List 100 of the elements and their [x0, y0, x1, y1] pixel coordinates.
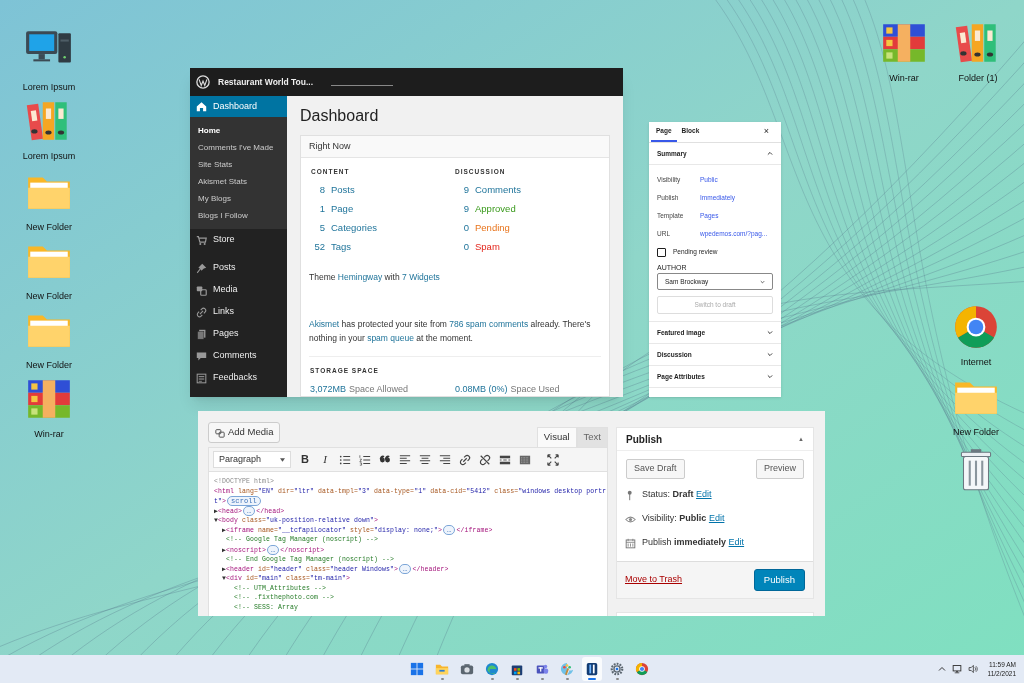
add-media-button[interactable]: Add Media: [208, 422, 281, 443]
submenu-item[interactable]: Akismet Stats: [190, 173, 287, 190]
box-title: Publish: [626, 432, 663, 447]
stat-count[interactable]: 9: [455, 183, 469, 198]
icon-label: Lorem Ipsum: [22, 150, 76, 163]
browser-icon: [485, 662, 499, 676]
stat-link[interactable]: Approved: [475, 202, 516, 217]
icon-label: New Folder: [953, 426, 999, 439]
menu-item[interactable]: Comments: [190, 345, 287, 367]
stat-link[interactable]: Tags: [331, 240, 352, 255]
theme-summary: Theme Hemingway with 7 Widgets: [308, 271, 441, 284]
menu-item[interactable]: Store: [190, 229, 287, 251]
akismet-notice: Akismet has protected your site from 786 spam comments already. There's nothing in your spam queue at the moment.: [308, 317, 592, 345]
stat-count[interactable]: 0: [455, 240, 469, 255]
app-icon: [585, 662, 599, 676]
publish-setting: Visibility: Public Edit: [642, 512, 725, 526]
storage-amount[interactable]: 0.08MB (0%): [455, 382, 508, 396]
site-title[interactable]: Restaurant World Tou...: [218, 75, 314, 89]
preview-button[interactable]: Preview: [756, 459, 804, 479]
menu-item[interactable]: Dashboard: [190, 96, 287, 117]
link-icon: [196, 306, 207, 318]
stat-link[interactable]: Page: [331, 202, 354, 217]
submenu-item[interactable]: My Blogs: [190, 190, 287, 207]
text-link[interactable]: spam queue: [367, 332, 414, 343]
storage-label: Space Used: [510, 382, 560, 396]
menu-item[interactable]: Pages: [190, 323, 287, 345]
editor-tab[interactable]: Visual: [536, 427, 577, 447]
text-link[interactable]: Akismet: [309, 318, 340, 329]
align-center-icon[interactable]: [419, 453, 431, 466]
link-icon[interactable]: [459, 453, 471, 466]
panel-title: Right Now: [301, 136, 609, 158]
italic-button[interactable]: I: [319, 451, 331, 468]
settings-icon: [610, 662, 624, 676]
icon-label: Lorem Ipsum: [22, 81, 76, 94]
bold-button[interactable]: B: [299, 451, 311, 468]
submenu-item[interactable]: Blogs I Follow: [190, 207, 287, 224]
menu-item[interactable]: Media: [190, 279, 287, 301]
menu-item[interactable]: Feedbacks: [190, 367, 287, 389]
storage-label: Space Allowed: [349, 382, 409, 396]
save-draft-button[interactable]: Save Draft: [626, 459, 685, 479]
publish-button[interactable]: Publish: [753, 569, 805, 591]
stat-count[interactable]: 5: [311, 221, 325, 236]
taskbar-button[interactable]: [582, 657, 602, 681]
feedback-icon: [196, 372, 207, 384]
bullets-icon[interactable]: [339, 453, 351, 466]
text-link[interactable]: 7 Widgets: [402, 272, 440, 282]
submenu-item[interactable]: Site Stats: [190, 156, 287, 173]
pages-icon: [196, 328, 207, 340]
stat-count[interactable]: 8: [311, 183, 325, 198]
icon-label: Win-rar: [889, 72, 919, 85]
icon-label: Folder (1): [958, 72, 998, 85]
chat-app-icon: [535, 662, 549, 676]
stat-link[interactable]: Posts: [331, 183, 355, 198]
icon-label: New Folder: [26, 290, 72, 303]
keyboard-icon[interactable]: [519, 453, 531, 466]
format-select[interactable]: Paragraph: [213, 451, 291, 468]
icon-label: Internet: [960, 356, 992, 369]
checkbox[interactable]: [657, 247, 666, 257]
menu-item[interactable]: Posts: [190, 257, 287, 279]
publish-setting: Publish immediately Edit: [642, 536, 745, 550]
submenu-item[interactable]: Home: [190, 122, 287, 139]
text-link[interactable]: Hemingway: [337, 272, 383, 282]
numbers-icon[interactable]: [359, 453, 371, 466]
stat-link[interactable]: Comments: [475, 183, 521, 198]
stat-link[interactable]: Categories: [331, 221, 377, 236]
chevron-up-icon[interactable]: [937, 666, 946, 672]
stat-count[interactable]: 0: [455, 221, 469, 236]
align-right-icon[interactable]: [439, 453, 451, 466]
volume-icon[interactable]: [967, 664, 978, 674]
calendar-icon: [625, 537, 636, 549]
bubble-icon: [196, 350, 207, 362]
align-left-icon[interactable]: [399, 453, 411, 466]
more-icon[interactable]: [499, 453, 511, 466]
text-link[interactable]: 786 spam comments: [449, 318, 529, 329]
submenu-item[interactable]: Comments I've Made: [190, 139, 287, 156]
icon-label: New Folder: [26, 221, 72, 234]
chevron-icon: [760, 279, 765, 284]
storage-amount[interactable]: 3,072MB: [310, 382, 347, 396]
stat-count[interactable]: 1: [311, 202, 325, 217]
folder-icon: [435, 662, 449, 676]
pin-icon: [196, 262, 207, 274]
edit-link[interactable]: Edit: [696, 489, 712, 500]
unlink-icon[interactable]: [479, 453, 491, 466]
home-icon: [196, 101, 207, 112]
edit-link[interactable]: Edit: [728, 537, 745, 548]
start-icon: [410, 662, 424, 676]
close-button[interactable]: ×: [763, 125, 769, 139]
wordpress-logo-icon[interactable]: [196, 75, 210, 89]
menu-item[interactable]: Links: [190, 301, 287, 323]
stat-link[interactable]: Spam: [475, 240, 500, 255]
stat-count[interactable]: 52: [311, 240, 325, 255]
network-icon[interactable]: [951, 664, 962, 674]
edit-link[interactable]: Edit: [708, 513, 725, 524]
icon-label: Win-rar: [34, 428, 64, 441]
move-to-trash-link[interactable]: Move to Trash: [625, 573, 683, 587]
fullscreen-icon[interactable]: [547, 453, 559, 466]
stat-count[interactable]: 9: [455, 202, 469, 217]
editor-tab[interactable]: Text: [576, 427, 608, 447]
cart-icon: [196, 234, 207, 246]
stat-link[interactable]: Pending: [475, 221, 510, 236]
